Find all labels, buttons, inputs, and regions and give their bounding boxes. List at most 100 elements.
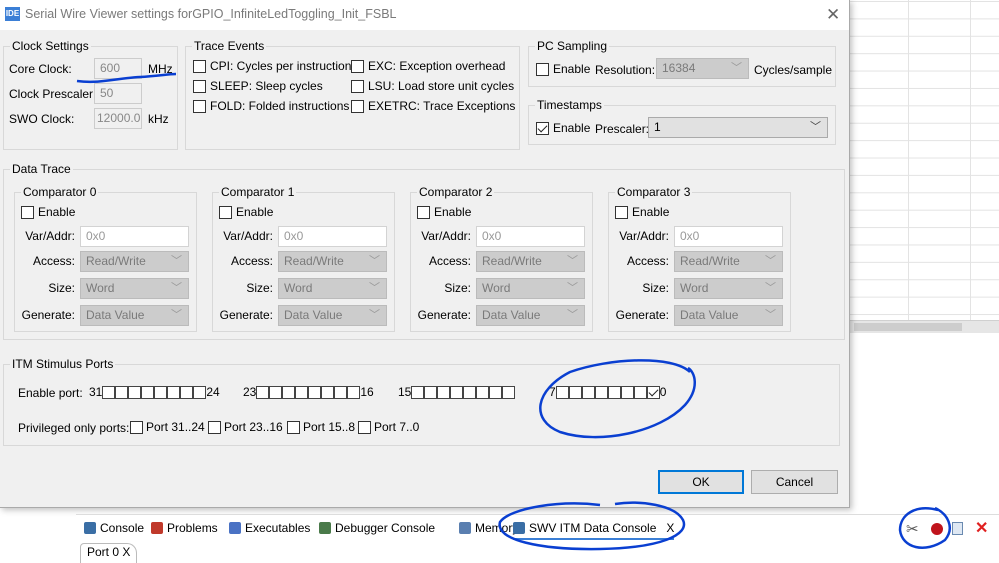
swo-clock-input[interactable]: 12000.0 bbox=[94, 108, 142, 129]
itm-port-checkbox[interactable] bbox=[167, 385, 181, 399]
size-select[interactable]: Word ﹀ bbox=[476, 278, 585, 299]
itm-port-checkbox[interactable] bbox=[476, 385, 490, 399]
trace-event-checkbox[interactable]: EXETRC: Trace Exceptions bbox=[351, 99, 515, 113]
itm-port-checkbox[interactable] bbox=[411, 385, 425, 399]
checkbox[interactable] bbox=[358, 420, 371, 434]
access-select[interactable]: Read/Write ﹀ bbox=[278, 251, 387, 272]
itm-port-checkbox[interactable] bbox=[463, 385, 477, 399]
checkbox[interactable] bbox=[193, 99, 206, 113]
privileged-port-checkbox[interactable]: Port 7..0 bbox=[358, 420, 419, 434]
checkbox[interactable] bbox=[536, 62, 549, 76]
privileged-port-checkbox[interactable]: Port 31..24 bbox=[130, 420, 205, 434]
itm-port-checkbox[interactable] bbox=[620, 385, 634, 399]
itm-port-checkbox[interactable] bbox=[568, 385, 582, 399]
var-addr-input[interactable]: 0x0 bbox=[278, 226, 387, 247]
access-select[interactable]: Read/Write ﹀ bbox=[80, 251, 189, 272]
generate-select[interactable]: Data Value ﹀ bbox=[476, 305, 585, 326]
checkbox[interactable] bbox=[536, 121, 549, 135]
itm-port-checkbox[interactable] bbox=[424, 385, 438, 399]
checkbox[interactable] bbox=[219, 205, 232, 219]
checkbox[interactable] bbox=[351, 99, 364, 113]
tab-debugger-console[interactable]: Debugger Console bbox=[319, 521, 435, 535]
generate-select[interactable]: Data Value ﹀ bbox=[278, 305, 387, 326]
close-icon[interactable]: X bbox=[666, 521, 674, 535]
tab-problems[interactable]: Problems bbox=[151, 521, 218, 535]
itm-port-checkbox[interactable] bbox=[269, 385, 283, 399]
configure-trace-icon[interactable]: ✂ bbox=[906, 520, 919, 538]
itm-port-checkbox[interactable] bbox=[128, 385, 142, 399]
privileged-port-checkbox[interactable]: Port 23..16 bbox=[208, 420, 283, 434]
scrollbar-thumb[interactable] bbox=[854, 323, 962, 331]
trace-event-checkbox[interactable]: CPI: Cycles per instruction bbox=[193, 59, 351, 73]
trace-event-checkbox[interactable]: EXC: Exception overhead bbox=[351, 59, 505, 73]
itm-port-checkbox[interactable] bbox=[180, 385, 194, 399]
clock-prescaler-input[interactable]: 50 bbox=[94, 83, 142, 104]
size-select[interactable]: Word ﹀ bbox=[80, 278, 189, 299]
remove-icon[interactable]: ✕ bbox=[975, 518, 988, 538]
port-0-tab[interactable]: Port 0 X bbox=[80, 543, 138, 563]
itm-port-checkbox[interactable] bbox=[321, 385, 335, 399]
itm-port-checkbox[interactable] bbox=[489, 385, 503, 399]
start-trace-icon[interactable] bbox=[931, 523, 943, 535]
timestamps-enable-checkbox[interactable]: Enable bbox=[536, 121, 590, 135]
save-icon[interactable] bbox=[952, 522, 963, 535]
trace-event-checkbox[interactable]: SLEEP: Sleep cycles bbox=[193, 79, 323, 93]
checkbox[interactable] bbox=[21, 205, 34, 219]
checkbox[interactable] bbox=[417, 205, 430, 219]
resolution-select[interactable]: 16384 ﹀ bbox=[656, 58, 749, 79]
itm-port-checkbox[interactable] bbox=[555, 385, 569, 399]
tab-console[interactable]: Console bbox=[84, 521, 144, 535]
trace-event-checkbox[interactable]: LSU: Load store unit cycles bbox=[351, 79, 514, 93]
itm-port-checkbox[interactable] bbox=[154, 385, 168, 399]
itm-port-checkbox[interactable] bbox=[141, 385, 155, 399]
checkbox[interactable] bbox=[351, 79, 364, 93]
generate-select[interactable]: Data Value ﹀ bbox=[674, 305, 783, 326]
generate-select[interactable]: Data Value ﹀ bbox=[80, 305, 189, 326]
timestamp-prescaler-select[interactable]: 1 ﹀ bbox=[648, 117, 828, 138]
cancel-button[interactable]: Cancel bbox=[751, 470, 838, 494]
trace-event-checkbox[interactable]: FOLD: Folded instructions bbox=[193, 99, 349, 113]
checkbox[interactable] bbox=[615, 205, 628, 219]
checkbox[interactable] bbox=[193, 59, 206, 73]
tab-swv-console[interactable]: SWV ITM Data Console X bbox=[513, 521, 675, 540]
access-select[interactable]: Read/Write ﹀ bbox=[476, 251, 585, 272]
access-select[interactable]: Read/Write ﹀ bbox=[674, 251, 783, 272]
checkbox[interactable] bbox=[193, 79, 206, 93]
itm-port-checkbox[interactable] bbox=[308, 385, 322, 399]
checkbox[interactable] bbox=[208, 420, 221, 434]
itm-port-checkbox[interactable] bbox=[502, 385, 516, 399]
itm-port-checkbox[interactable] bbox=[646, 385, 660, 399]
var-addr-input[interactable]: 0x0 bbox=[674, 226, 783, 247]
size-select[interactable]: Word ﹀ bbox=[674, 278, 783, 299]
core-clock-input[interactable]: 600 bbox=[94, 58, 142, 79]
var-addr-input[interactable]: 0x0 bbox=[476, 226, 585, 247]
checkbox[interactable] bbox=[351, 59, 364, 73]
horizontal-scrollbar[interactable] bbox=[850, 320, 999, 333]
itm-port-checkbox[interactable] bbox=[450, 385, 464, 399]
var-addr-input[interactable]: 0x0 bbox=[80, 226, 189, 247]
itm-port-checkbox[interactable] bbox=[282, 385, 296, 399]
itm-port-checkbox[interactable] bbox=[437, 385, 451, 399]
itm-port-checkbox[interactable] bbox=[334, 385, 348, 399]
itm-port-checkbox[interactable] bbox=[295, 385, 309, 399]
ok-button[interactable]: OK bbox=[658, 470, 744, 494]
comparator-enable-checkbox[interactable]: Enable bbox=[615, 205, 669, 219]
comparator-enable-checkbox[interactable]: Enable bbox=[417, 205, 471, 219]
privileged-port-checkbox[interactable]: Port 15..8 bbox=[287, 420, 355, 434]
itm-port-checkbox[interactable] bbox=[193, 385, 207, 399]
tab-memory[interactable]: Memory bbox=[459, 521, 518, 535]
size-select[interactable]: Word ﹀ bbox=[278, 278, 387, 299]
itm-port-checkbox[interactable] bbox=[633, 385, 647, 399]
itm-port-checkbox[interactable] bbox=[347, 385, 361, 399]
itm-port-checkbox[interactable] bbox=[594, 385, 608, 399]
tab-executables[interactable]: Executables bbox=[229, 521, 310, 535]
close-icon[interactable]: X bbox=[122, 545, 130, 559]
checkbox[interactable] bbox=[287, 420, 300, 434]
close-icon[interactable]: ✕ bbox=[826, 5, 840, 25]
comparator-enable-checkbox[interactable]: Enable bbox=[219, 205, 273, 219]
pc-sampling-enable-checkbox[interactable]: Enable bbox=[536, 62, 590, 76]
itm-port-checkbox[interactable] bbox=[102, 385, 116, 399]
itm-port-checkbox[interactable] bbox=[115, 385, 129, 399]
itm-port-checkbox[interactable] bbox=[607, 385, 621, 399]
comparator-enable-checkbox[interactable]: Enable bbox=[21, 205, 75, 219]
